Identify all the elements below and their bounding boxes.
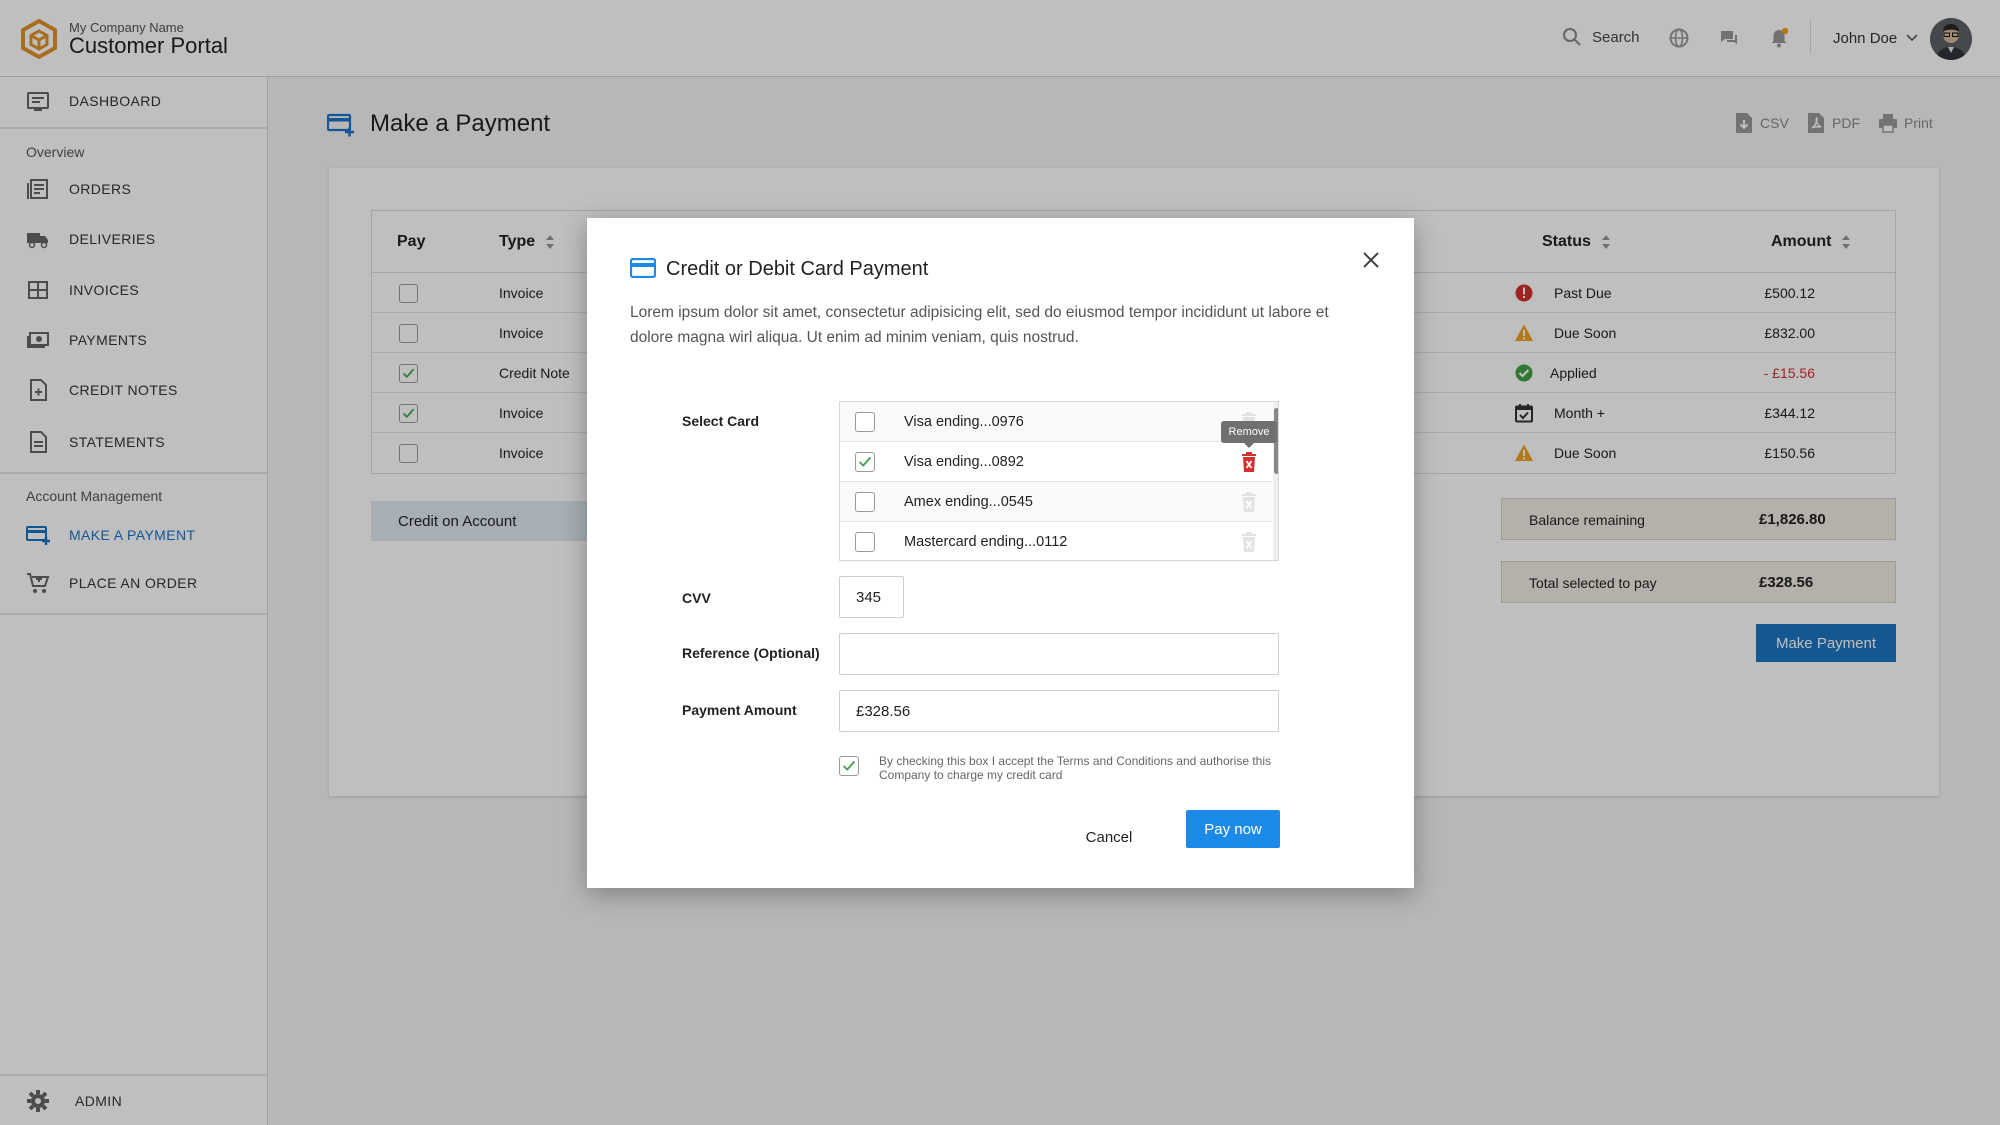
list-item[interactable]: Visa ending...0976 [840,402,1272,442]
card-checkbox[interactable] [855,532,875,552]
pay-now-button[interactable]: Pay now [1186,810,1280,848]
list-item[interactable]: Amex ending...0545 [840,482,1272,522]
card-checkbox[interactable] [855,452,875,472]
remove-tooltip: Remove [1221,421,1277,448]
terms-text: By checking this box I accept the Terms … [879,754,1271,782]
cvv-label: CVV [682,590,711,606]
card-name: Mastercard ending...0112 [904,534,1068,550]
card-name: Amex ending...0545 [904,494,1033,510]
reference-input[interactable] [839,633,1279,675]
cvv-input[interactable] [839,576,904,618]
terms-checkbox[interactable] [839,756,859,776]
close-button[interactable] [1357,246,1385,274]
modal-description: Lorem ipsum dolor sit amet, consectetur … [630,304,1329,346]
payment-amount-label: Payment Amount [682,702,797,718]
credit-card-icon [630,258,656,278]
check-icon [842,760,856,771]
saved-cards-list: Visa ending...0976 Visa ending...0892 Am… [839,401,1279,561]
cancel-button[interactable]: Cancel [1074,820,1144,854]
card-name: Visa ending...0892 [904,454,1024,470]
list-item[interactable]: Visa ending...0892 [840,442,1272,482]
trash-icon[interactable] [1240,531,1258,553]
trash-icon[interactable] [1240,451,1258,473]
modal-title: Credit or Debit Card Payment [666,258,929,280]
list-item[interactable]: Mastercard ending...0112 [840,522,1272,560]
trash-icon[interactable] [1240,491,1258,513]
close-icon [1363,252,1379,268]
card-payment-modal: Credit or Debit Card Payment Lorem ipsum… [587,218,1414,888]
payment-amount-input[interactable] [839,690,1279,732]
card-checkbox[interactable] [855,492,875,512]
card-name: Visa ending...0976 [904,414,1024,430]
select-card-label: Select Card [682,413,760,429]
card-checkbox[interactable] [855,412,875,432]
reference-label: Reference (Optional) [682,645,820,661]
check-icon [858,456,872,467]
